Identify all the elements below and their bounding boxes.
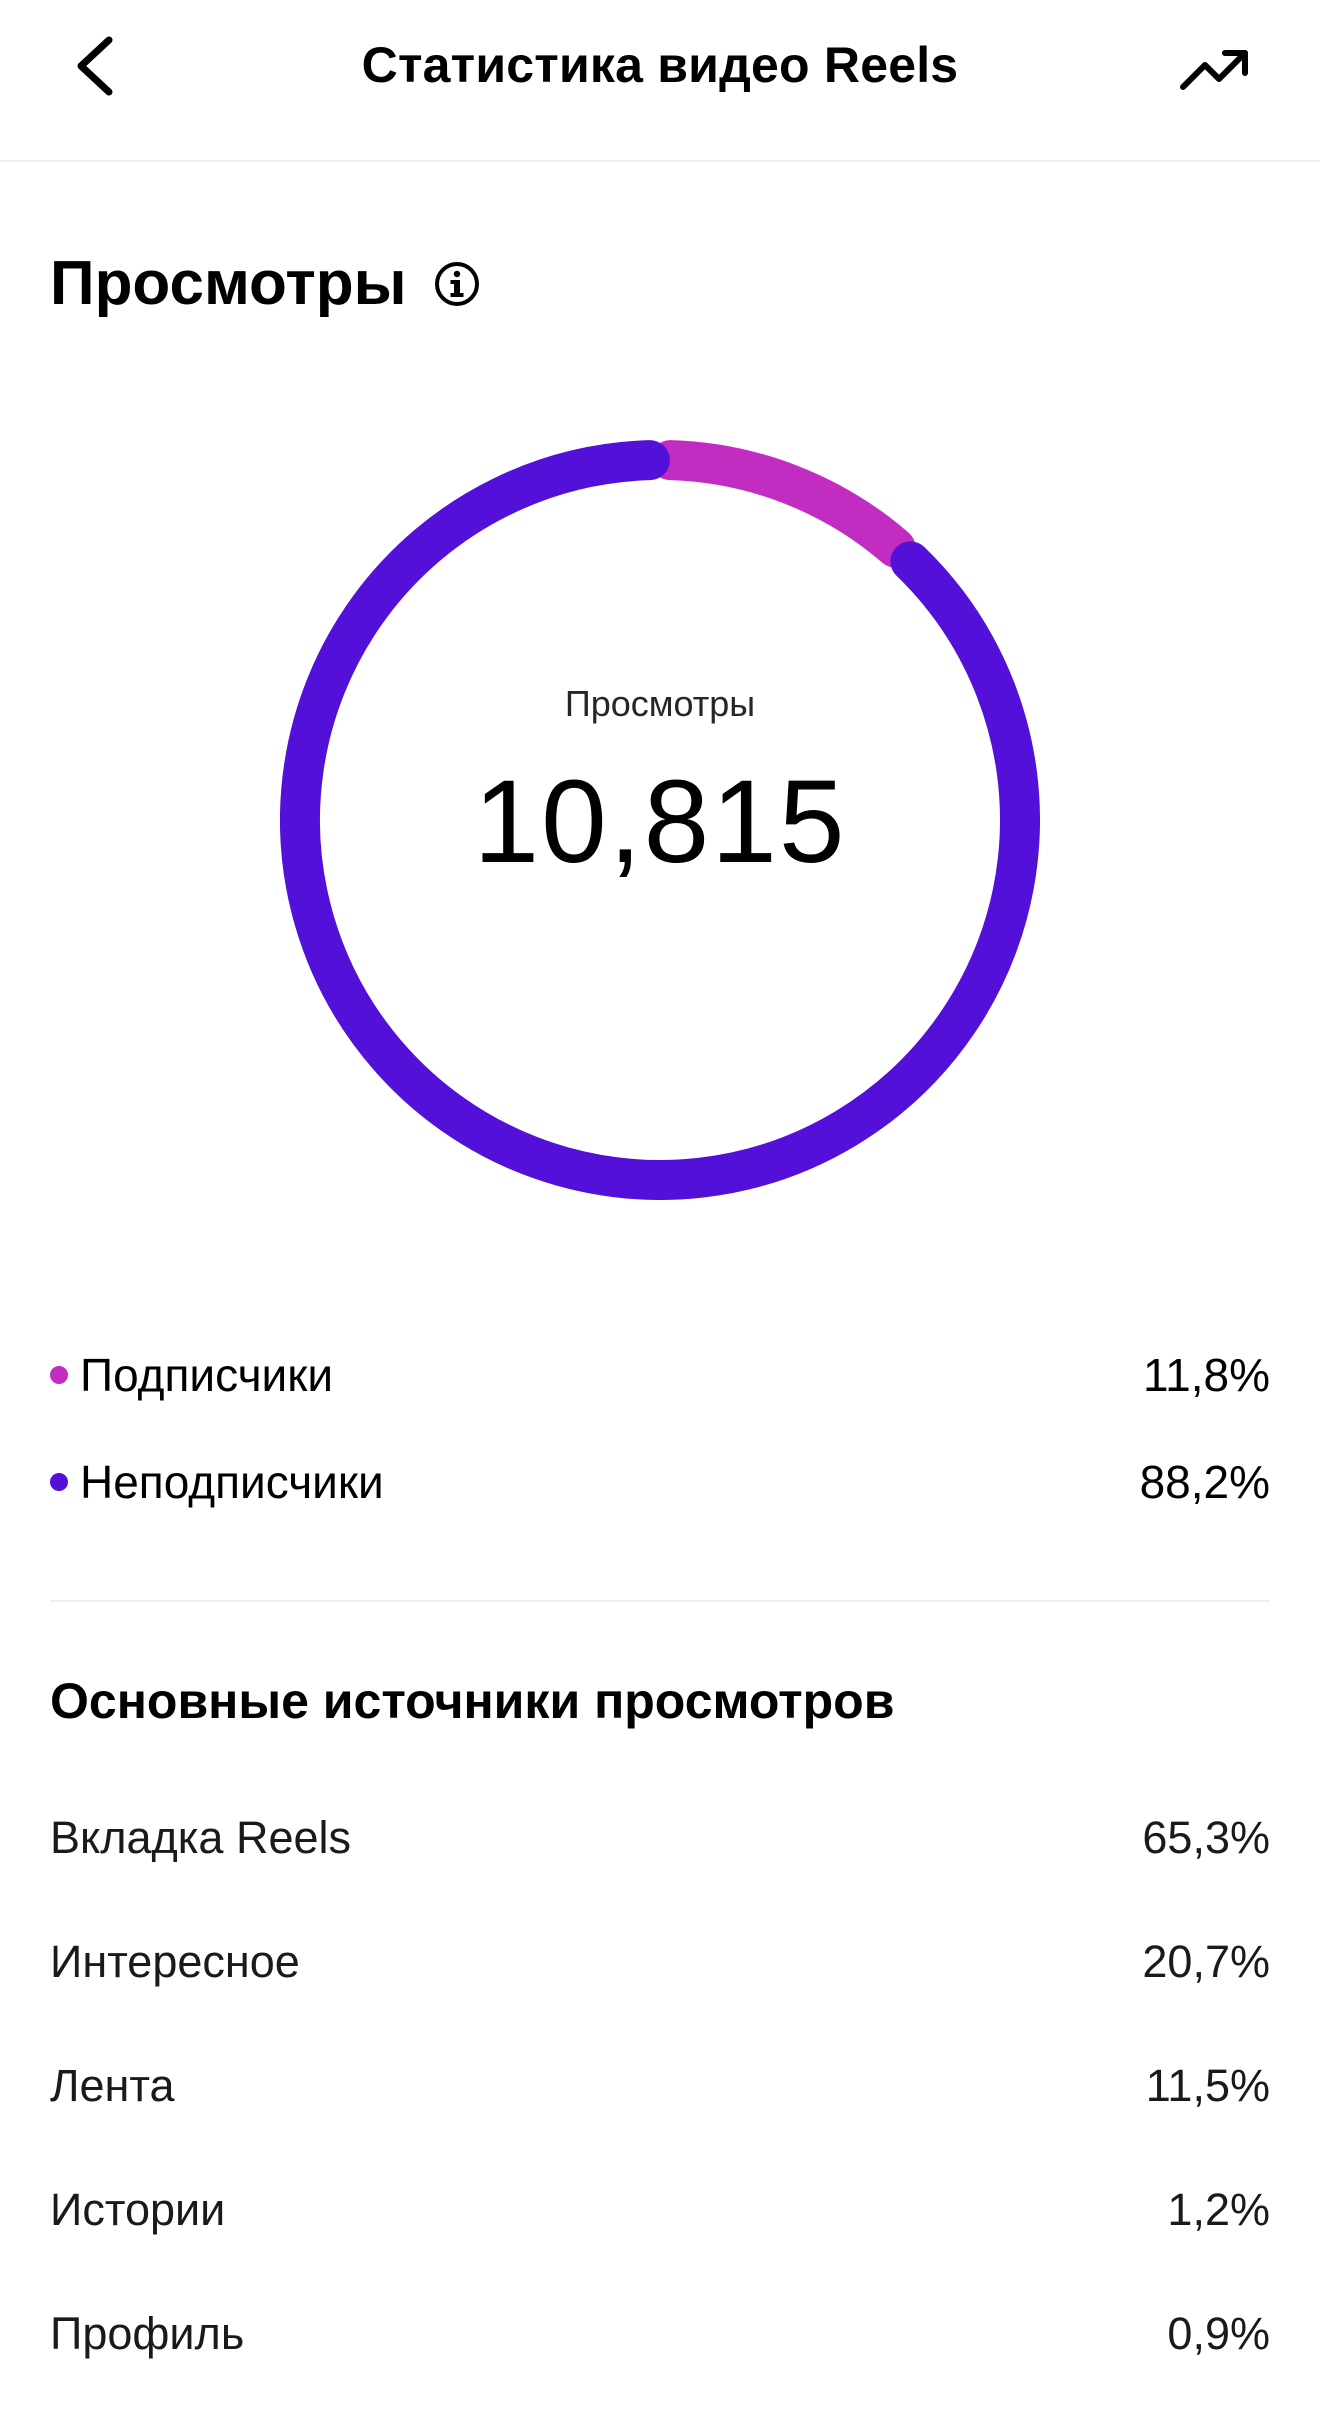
donut-center-value: 10,815 — [473, 756, 847, 888]
trending-up-icon — [1180, 50, 1248, 90]
source-label: Лента — [50, 2060, 175, 2111]
donut-segment-subscribers — [650, 440, 916, 568]
source-row-profile: Профиль 0,9% — [50, 2299, 1270, 2369]
legend-dot-non-subscribers — [50, 1473, 68, 1491]
views-section-header: Просмотры — [50, 248, 481, 319]
info-icon[interactable] — [433, 260, 481, 308]
legend-value: 11,8% — [1142, 1349, 1270, 1401]
source-row-reels-tab: Вкладка Reels 65,3% — [50, 1803, 1270, 1873]
source-row-feed: Лента 11,5% — [50, 2051, 1270, 2121]
legend-label: Неподписчики — [80, 1456, 384, 1508]
source-value: 11,5% — [1145, 2060, 1270, 2111]
source-value: 0,9% — [1167, 2308, 1270, 2359]
source-label: Профиль — [50, 2308, 245, 2359]
views-section-title: Просмотры — [50, 249, 407, 318]
donut-center-label: Просмотры — [564, 683, 756, 724]
source-value: 1,2% — [1167, 2184, 1270, 2235]
source-label: Интересное — [50, 1936, 300, 1987]
source-label: Истории — [50, 2184, 226, 2235]
legend-item-non-subscribers: Неподписчики 88,2% — [50, 1447, 1270, 1517]
legend-value: 88,2% — [1139, 1456, 1270, 1508]
source-label: Вкладка Reels — [50, 1812, 352, 1863]
top-nav-bar: Статистика видео Reels — [0, 0, 1320, 162]
trend-button[interactable] — [1175, 36, 1255, 102]
legend-item-subscribers: Подписчики 11,8% — [50, 1340, 1270, 1410]
source-value: 20,7% — [1142, 1936, 1270, 1987]
legend-label: Подписчики — [80, 1349, 334, 1401]
source-row-explore: Интересное 20,7% — [50, 1927, 1270, 1997]
source-value: 65,3% — [1142, 1812, 1270, 1863]
legend-dot-subscribers — [50, 1366, 68, 1384]
sources-title: Основные источники просмотров — [50, 1673, 895, 1729]
page-title: Статистика видео Reels — [361, 37, 959, 93]
source-row-stories: Истории 1,2% — [50, 2175, 1270, 2245]
section-divider — [50, 1600, 1270, 1602]
